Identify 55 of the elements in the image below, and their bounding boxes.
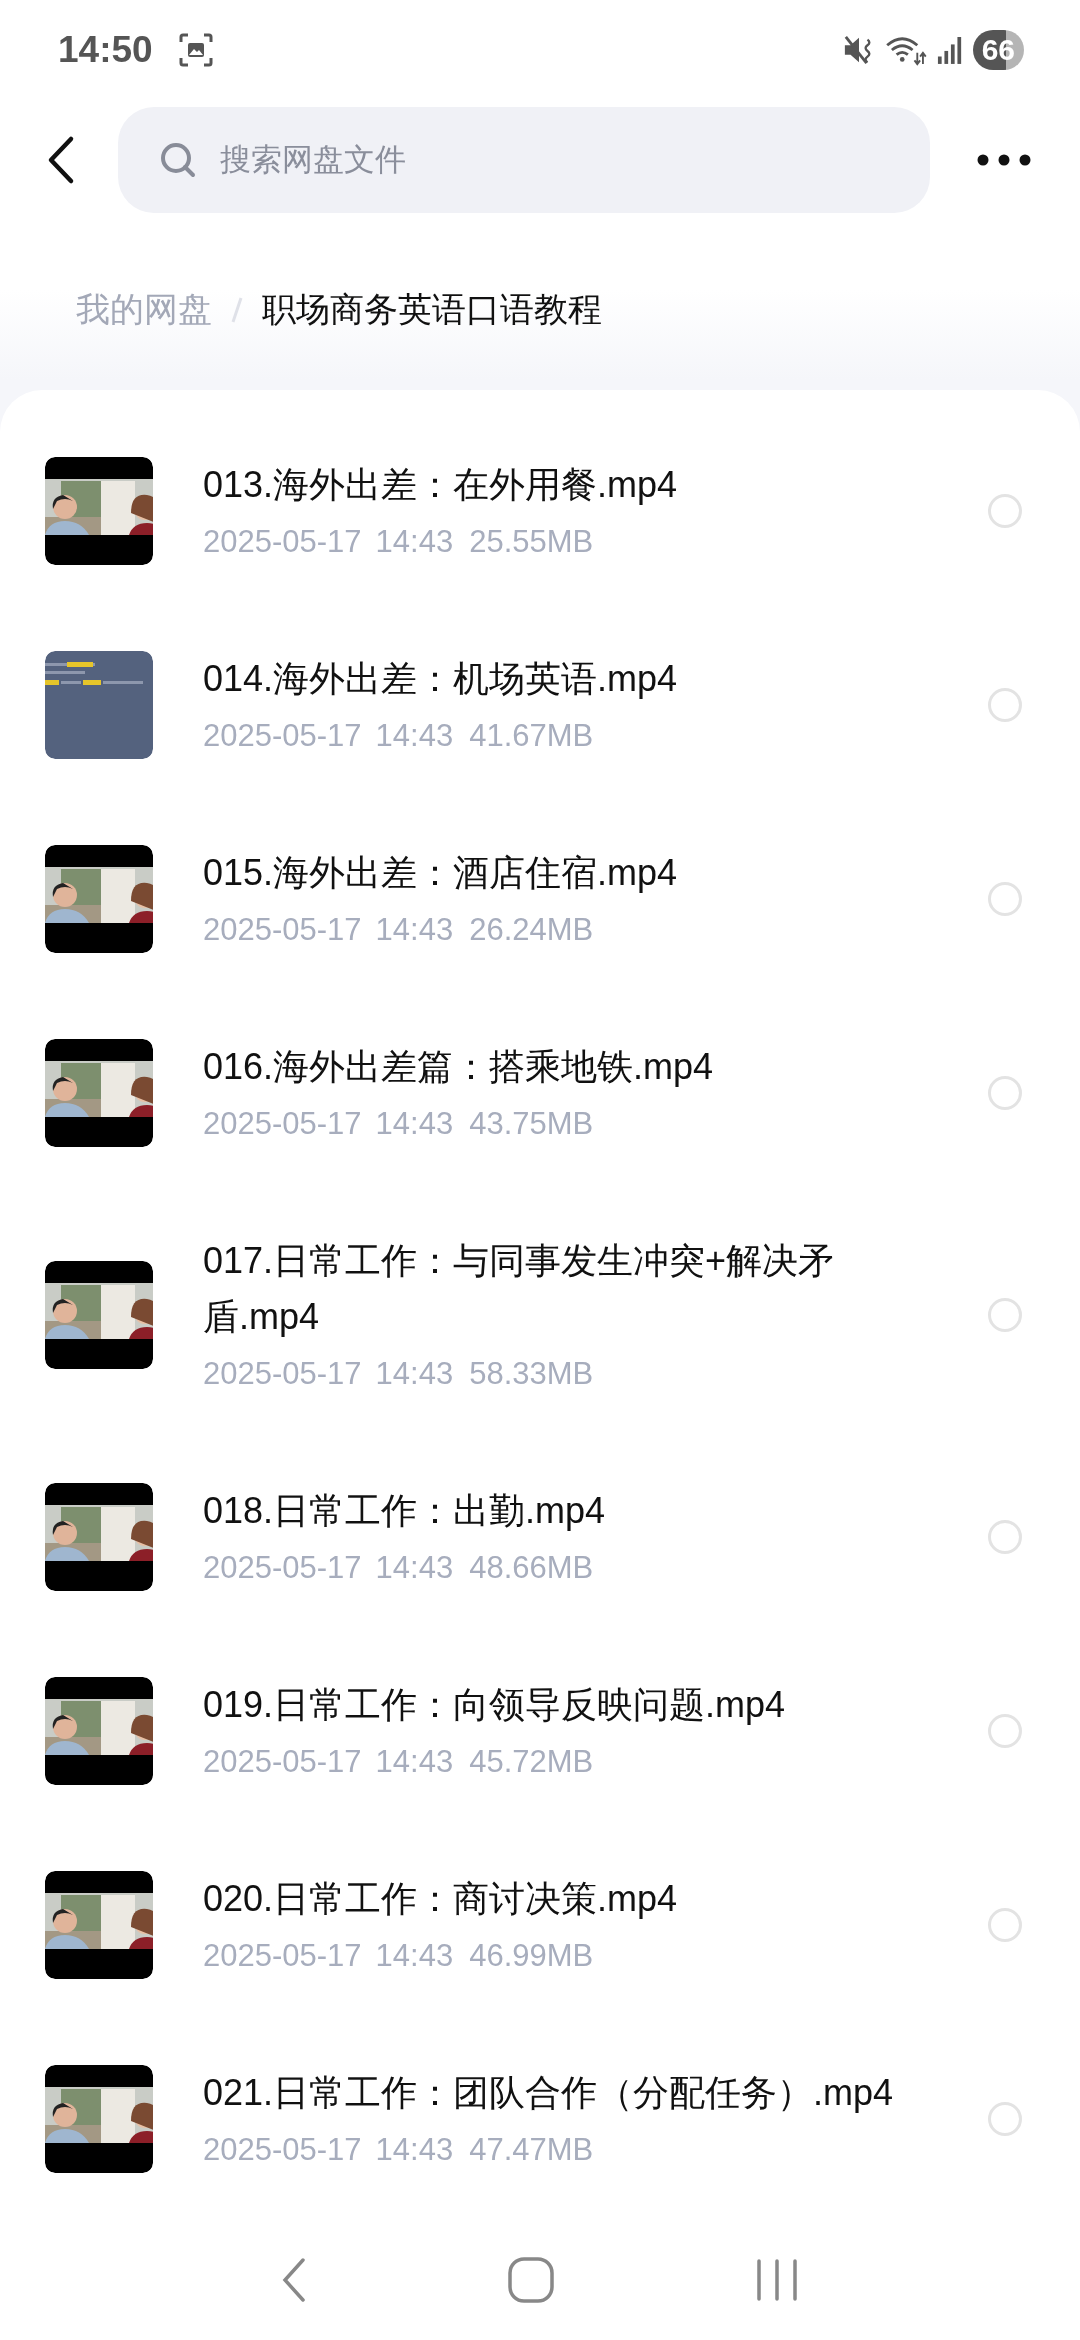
file-name[interactable]: 016.海外出差篇：搭乘地铁.mp4 xyxy=(203,1039,928,1095)
select-radio[interactable] xyxy=(988,1908,1022,1942)
file-date: 2025-05-17 xyxy=(203,911,362,949)
breadcrumb-item: 职场商务英语口语教程 xyxy=(262,289,602,330)
more-icon[interactable] xyxy=(976,153,1032,167)
signal-icon xyxy=(936,34,963,66)
file-time: 14:43 xyxy=(375,717,454,755)
select-radio[interactable] xyxy=(988,1076,1022,1110)
select-radio[interactable] xyxy=(988,882,1022,916)
file-size: 48.66MB xyxy=(469,1549,594,1587)
file-name[interactable]: 015.海外出差：酒店住宿.mp4 xyxy=(203,845,928,901)
search-field[interactable]: 搜索网盘文件 xyxy=(118,107,930,213)
home-icon[interactable] xyxy=(507,2256,555,2304)
file-name[interactable]: 018.日常工作：出勤.mp4 xyxy=(203,1483,928,1539)
file-size: 41.67MB xyxy=(469,717,594,755)
breadcrumb-separator xyxy=(230,295,244,325)
file-name[interactable]: 013.海外出差：在外用餐.mp4 xyxy=(203,457,928,513)
file-size: 45.72MB xyxy=(469,1743,594,1781)
file-time: 14:43 xyxy=(375,1937,454,1975)
file-date: 2025-05-17 xyxy=(203,1937,362,1975)
select-radio[interactable] xyxy=(988,2102,1022,2136)
file-date: 2025-05-17 xyxy=(203,1355,362,1393)
file-time: 14:43 xyxy=(375,1105,454,1143)
screenshot-icon xyxy=(178,33,213,67)
file-date: 2025-05-17 xyxy=(203,1549,362,1587)
select-radio[interactable] xyxy=(988,494,1022,528)
file-size: 46.99MB xyxy=(469,1937,594,1975)
wifi-icon xyxy=(884,34,927,66)
file-date: 2025-05-17 xyxy=(203,1105,362,1143)
file-time: 14:43 xyxy=(375,1743,454,1781)
file-time: 14:43 xyxy=(375,911,454,949)
file-name[interactable]: 014.海外出差：机场英语.mp4 xyxy=(203,651,928,707)
file-date: 2025-05-17 xyxy=(203,717,362,755)
file-name[interactable]: 019.日常工作：向领导反映问题.mp4 xyxy=(203,1677,928,1733)
clock-time: 14:50 xyxy=(58,29,153,71)
select-radio[interactable] xyxy=(988,688,1022,722)
file-date: 2025-05-17 xyxy=(203,523,362,561)
file-name[interactable]: 020.日常工作：商讨决策.mp4 xyxy=(203,1871,928,1927)
file-time: 14:43 xyxy=(375,1355,454,1393)
file-time: 14:43 xyxy=(375,2131,454,2169)
file-size: 47.47MB xyxy=(469,2131,594,2169)
file-time: 14:43 xyxy=(375,1549,454,1587)
file-name[interactable]: 021.日常工作：团队合作（分配任务）.mp4 xyxy=(203,2065,928,2121)
select-radio[interactable] xyxy=(988,1714,1022,1748)
file-date: 2025-05-17 xyxy=(203,2131,362,2169)
select-radio[interactable] xyxy=(988,1298,1022,1332)
select-radio[interactable] xyxy=(988,1520,1022,1554)
file-name[interactable]: 017.日常工作：与同事发生冲突+解决矛盾.mp4 xyxy=(203,1233,928,1345)
file-size: 58.33MB xyxy=(469,1355,594,1393)
file-date: 2025-05-17 xyxy=(203,1743,362,1781)
file-time: 14:43 xyxy=(375,523,454,561)
file-size: 43.75MB xyxy=(469,1105,594,1143)
file-size: 25.55MB xyxy=(469,523,594,561)
back-icon[interactable] xyxy=(46,135,76,185)
file-size: 26.24MB xyxy=(469,911,594,949)
